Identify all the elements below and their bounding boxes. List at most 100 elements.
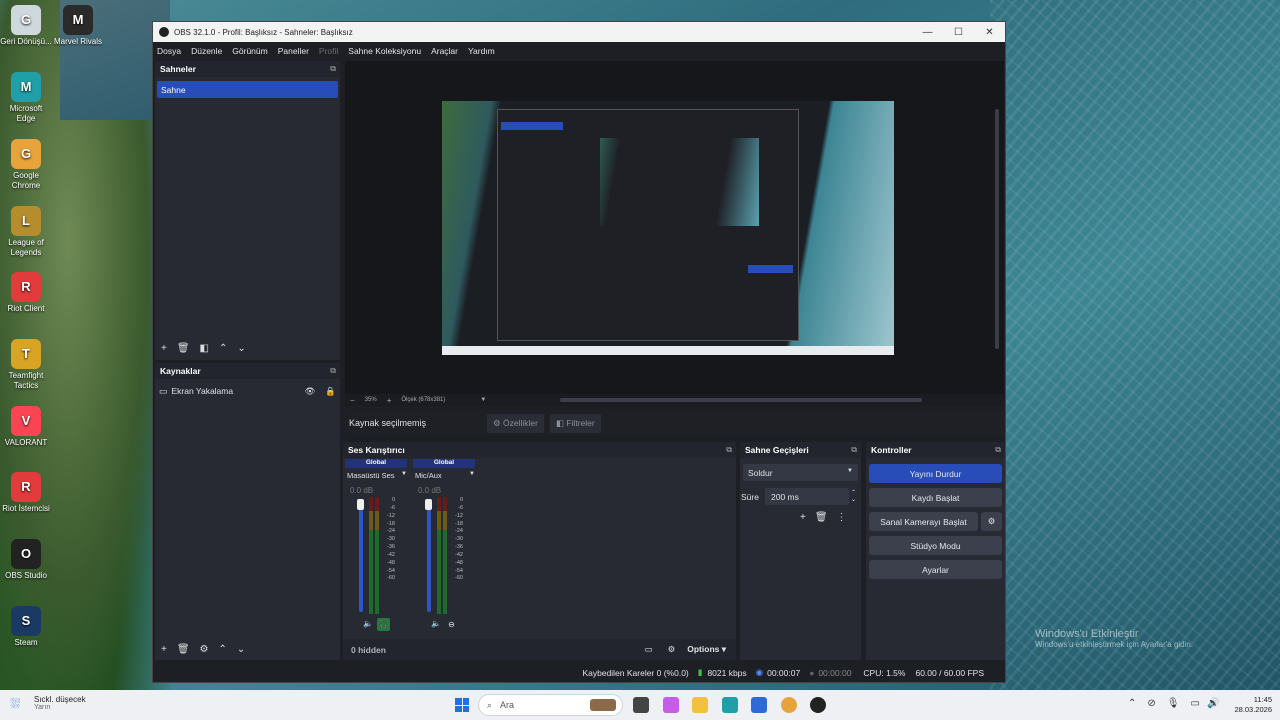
zoom-out-icon[interactable]: − [350, 396, 355, 405]
weather-widget[interactable]: Sıckl. düşecek Yarın [34, 695, 86, 711]
desktop-icon[interactable]: M Marvel Rivals [52, 5, 104, 47]
obs-window: OBS 32.1.0 - Profil: Başlıksız - Sahnele… [152, 21, 1006, 683]
undock-icon[interactable]: ⧉ [330, 366, 336, 376]
minimize-button[interactable]: — [912, 27, 943, 38]
undock-icon[interactable]: ⧉ [726, 445, 732, 455]
desktop-icon[interactable]: V VALORANT [0, 406, 52, 448]
speaker-icon[interactable]: 🔈 [363, 619, 373, 628]
weather-icon[interactable]: ⛆ [10, 696, 28, 714]
desktop-icon[interactable]: L League of Legends [0, 206, 52, 258]
scale-dropdown-icon[interactable]: ▼ [480, 397, 486, 403]
level-meter [437, 497, 451, 614]
file-explorer-icon[interactable] [692, 697, 708, 713]
virtual-camera-settings-icon[interactable]: ⚙ [981, 512, 1002, 531]
lock-icon[interactable]: 🔒 [325, 386, 336, 397]
undock-icon[interactable]: ⧉ [851, 445, 857, 455]
edge-icon[interactable] [722, 697, 738, 713]
desktop-icon[interactable]: G Geri Dönüşü... [0, 5, 52, 47]
arrow-down-icon[interactable]: ⌄ [237, 644, 245, 655]
source-item[interactable]: ▭ Ekran Yakalama 👁 🔒 [159, 384, 336, 398]
add-icon[interactable]: + [161, 343, 167, 354]
stream-time: 00:00:07 [767, 667, 801, 678]
menu-araclar[interactable]: Araçlar [431, 46, 458, 56]
monitor-headphones-icon[interactable]: ⊖ [445, 618, 458, 631]
search-box[interactable]: ⌕ Ara [478, 694, 623, 716]
monitor-icon: ▭ [159, 385, 168, 396]
desktop-icon[interactable]: M Microsoft Edge [0, 72, 52, 124]
volume-slider[interactable] [359, 500, 363, 612]
network-off-icon[interactable]: ⊘ [1147, 698, 1155, 709]
filters-button[interactable]: ◧ Filtreler [549, 413, 601, 433]
arrow-up-icon[interactable]: ⌃ [219, 644, 227, 655]
mixer-settings-icon[interactable]: ⚙ [668, 644, 676, 655]
add-icon[interactable]: + [800, 512, 806, 523]
duration-stepper-icon[interactable]: ⌃ ⌄ [851, 490, 856, 504]
transition-select[interactable]: Soldur ▼ [743, 464, 858, 481]
start-icon[interactable] [455, 698, 469, 712]
scene-item[interactable]: Sahne [157, 81, 338, 98]
trash-icon[interactable]: 🗑 [815, 512, 828, 523]
desktop-icon[interactable]: S Steam [0, 606, 52, 648]
duration-input[interactable]: 200 ms [765, 488, 849, 505]
trash-icon[interactable]: 🗑 [177, 644, 190, 655]
menu-yardim[interactable]: Yardım [468, 46, 495, 56]
menu-profil[interactable]: Profil [319, 46, 338, 56]
properties-button[interactable]: ⚙ Özellikler [487, 413, 544, 433]
close-button[interactable]: ✕ [974, 27, 1005, 38]
chevron-up-icon[interactable]: ⌃ [1128, 698, 1136, 709]
trash-icon[interactable]: 🗑 [177, 343, 190, 354]
arrow-up-icon[interactable]: ⌃ [219, 343, 227, 354]
eye-icon[interactable]: 👁 [305, 386, 316, 397]
add-icon[interactable]: + [161, 644, 167, 655]
channel-name[interactable]: Mic/Aux ▼ [415, 471, 475, 480]
options-button[interactable]: Options ▾ [687, 644, 726, 655]
menu-gorunum[interactable]: Görünüm [232, 46, 267, 56]
preview-area[interactable] [345, 61, 1004, 394]
obs-icon[interactable] [810, 697, 826, 713]
volume-slider[interactable] [427, 500, 431, 612]
undock-icon[interactable]: ⧉ [330, 64, 336, 74]
volume-icon[interactable]: 🔊 [1207, 698, 1219, 709]
more-icon[interactable]: ⋮ [837, 512, 847, 523]
speaker-icon[interactable]: 🔈 [431, 619, 441, 628]
desktop-icon[interactable]: G Google Chrome [0, 139, 52, 191]
desktop-icon[interactable]: T Teamfight Tactics [0, 339, 52, 391]
monitor-headphones-icon[interactable]: 🎧 [377, 618, 390, 631]
scale-tick: -24 [387, 528, 395, 535]
stop-stream-button[interactable]: Yayını Durdur [869, 464, 1002, 483]
chrome-icon[interactable] [781, 697, 797, 713]
nested-stop-button [748, 265, 793, 273]
layout-icon[interactable]: ▭ [645, 644, 653, 655]
task-view-icon[interactable] [633, 697, 649, 713]
preview-scrollbar[interactable] [995, 109, 999, 349]
undock-icon[interactable]: ⧉ [995, 445, 1001, 455]
horizontal-scrollbar[interactable] [560, 398, 923, 402]
menu-dosya[interactable]: Dosya [157, 46, 181, 56]
settings-button[interactable]: Ayarlar [869, 560, 1002, 579]
volume-slider-handle[interactable] [425, 499, 432, 510]
search-label: Ara [500, 700, 515, 710]
arrow-down-icon[interactable]: ⌄ [237, 343, 245, 354]
menu-paneller[interactable]: Paneller [278, 46, 309, 56]
desktop-icon[interactable]: O OBS Studio [0, 539, 52, 581]
microphone-icon[interactable]: 🎙 [1167, 698, 1180, 709]
channel-name[interactable]: Masaüstü Ses ▼ [347, 471, 407, 480]
scale-tick: -6 [458, 504, 463, 511]
start-record-button[interactable]: Kaydı Başlat [869, 488, 1002, 507]
volume-slider-handle[interactable] [357, 499, 364, 510]
gear-icon[interactable]: ⚙ [200, 644, 209, 655]
maximize-button[interactable]: ☐ [943, 27, 974, 38]
store-icon[interactable] [751, 697, 767, 713]
clock[interactable]: 11:45 28.03.2026 [1226, 695, 1272, 715]
display-icon[interactable]: ▭ [1190, 698, 1199, 709]
copilot-icon[interactable] [663, 697, 679, 713]
desktop-icon[interactable]: R Riot İstemcisi [0, 472, 52, 514]
menu-duzenle[interactable]: Düzenle [191, 46, 222, 56]
filter-icon[interactable]: ◧ [200, 343, 209, 354]
menu-sahne-koleksiyonu[interactable]: Sahne Koleksiyonu [348, 46, 421, 56]
zoom-in-icon[interactable]: + [387, 396, 392, 405]
studio-mode-button[interactable]: Stüdyo Modu [869, 536, 1002, 555]
riot-icon: R [11, 472, 41, 502]
desktop-icon[interactable]: R Riot Client [0, 272, 52, 314]
virtual-camera-button[interactable]: Sanal Kamerayı Başlat [869, 512, 978, 531]
